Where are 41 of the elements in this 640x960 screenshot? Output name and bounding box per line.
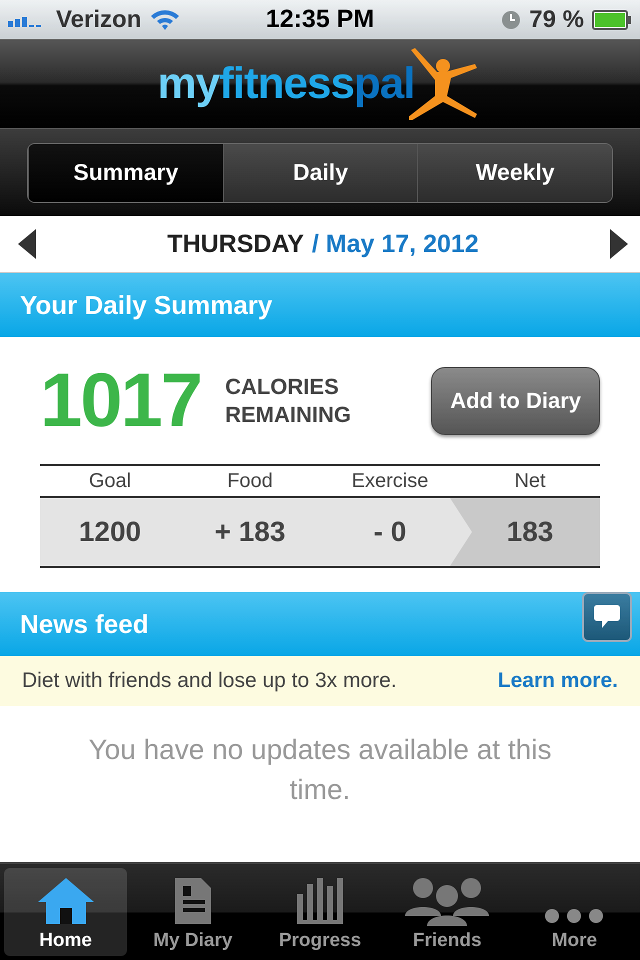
previous-day-arrow-icon[interactable] <box>18 229 36 259</box>
calories-remaining-number: 1017 <box>40 357 202 444</box>
promo-text: Diet with friends and lose up to 3x more. <box>22 669 397 693</box>
battery-percent: 79 % <box>529 6 584 34</box>
tab-bar-item[interactable]: Home <box>4 868 128 956</box>
more-dots-icon <box>544 906 604 926</box>
section-title: News feed <box>20 608 149 640</box>
day-name: THURSDAY <box>167 230 304 258</box>
total-value: 1200 <box>78 516 142 548</box>
section-title: Your Daily Summary <box>20 290 272 320</box>
battery-icon <box>592 10 632 30</box>
column-label: Goal <box>88 470 132 492</box>
column-label: Exercise <box>350 470 430 492</box>
tab-bar-item[interactable]: More <box>512 868 636 956</box>
column-label: Food <box>226 470 274 492</box>
tab-bar-item[interactable]: My Diary <box>131 868 254 956</box>
people-icon <box>405 876 490 926</box>
total-value: - 0 <box>372 516 408 548</box>
comment-button[interactable] <box>582 592 632 642</box>
bar-chart-icon <box>295 876 345 926</box>
column-label: Net <box>513 470 547 492</box>
segment-tab[interactable]: Daily <box>222 144 418 202</box>
segment-tab[interactable]: Summary <box>28 144 223 202</box>
add-to-diary-button[interactable]: Add to Diary <box>431 366 600 434</box>
total-value: + 183 <box>214 516 286 548</box>
total-value: 183 <box>506 516 554 548</box>
tab-bar-item[interactable]: Progress <box>258 868 382 956</box>
learn-more-link[interactable]: Learn more. <box>498 669 618 693</box>
date-text: / May 17, 2012 <box>312 230 479 258</box>
carrier-name: Verizon <box>56 6 142 34</box>
alarm-clock-icon <box>501 10 522 30</box>
document-icon <box>172 876 213 926</box>
next-day-arrow-icon[interactable] <box>610 229 628 259</box>
app-logo: myfitnesspal <box>158 59 414 109</box>
segment-tab[interactable]: Weekly <box>417 144 612 202</box>
wifi-icon <box>149 8 182 32</box>
tab-bar-item[interactable]: Friends <box>386 868 509 956</box>
clock-time: 12:35 PM <box>266 5 374 34</box>
house-icon <box>36 876 96 926</box>
empty-feed-message: You have no updates available at this time. <box>88 733 552 807</box>
calories-remaining-label: CALORIES REMAINING <box>225 372 352 428</box>
